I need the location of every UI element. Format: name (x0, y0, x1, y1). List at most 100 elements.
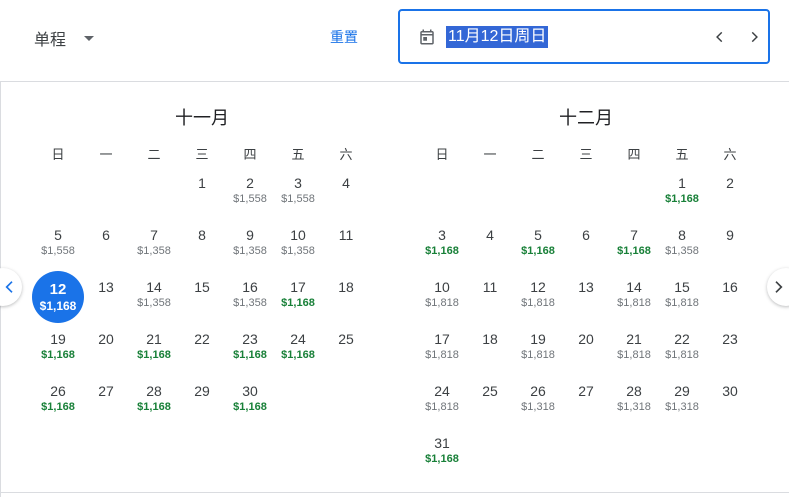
day-cell[interactable]: 16 (706, 275, 754, 327)
departure-date-field[interactable]: 11月12日周日 (398, 9, 770, 64)
day-price: $1,818 (617, 349, 651, 361)
day-number: 30 (242, 383, 258, 399)
day-cell[interactable]: 8 (178, 223, 226, 275)
trip-type-label: 单程 (34, 32, 67, 49)
day-cell[interactable]: 3 $1,168 (418, 223, 466, 275)
day-cell[interactable]: 11 (466, 275, 514, 327)
day-number: 14 (626, 279, 642, 295)
empty-cell (130, 171, 178, 223)
day-cell[interactable]: 25 (322, 327, 370, 379)
day-number: 9 (726, 227, 734, 243)
day-cell[interactable]: 10 $1,358 (274, 223, 322, 275)
day-number: 5 (534, 227, 542, 243)
day-number: 17 (434, 331, 450, 347)
day-cell[interactable]: 10 $1,818 (418, 275, 466, 327)
day-cell[interactable]: 1 (178, 171, 226, 223)
day-cell[interactable]: 17 $1,168 (274, 275, 322, 327)
day-cell[interactable]: 11 (322, 223, 370, 275)
day-cell[interactable]: 20 (82, 327, 130, 379)
next-date-button[interactable] (744, 27, 764, 47)
next-month-button[interactable] (767, 268, 789, 306)
day-cell[interactable]: 9 $1,358 (226, 223, 274, 275)
day-cell[interactable]: 18 (322, 275, 370, 327)
day-cell[interactable]: 7 $1,168 (610, 223, 658, 275)
day-cell[interactable]: 22 $1,818 (658, 327, 706, 379)
day-cell[interactable]: 22 (178, 327, 226, 379)
day-cell[interactable]: 16 $1,358 (226, 275, 274, 327)
day-cell[interactable]: 2 $1,558 (226, 171, 274, 223)
weekday-label: 六 (723, 147, 737, 162)
day-cell[interactable]: 14 $1,358 (130, 275, 178, 327)
day-cell[interactable]: 13 (562, 275, 610, 327)
day-number: 27 (578, 383, 594, 399)
day-cell[interactable]: 29 $1,318 (658, 379, 706, 431)
day-number: 19 (50, 331, 66, 347)
day-cell[interactable]: 31 $1,168 (418, 431, 466, 483)
day-cell[interactable]: 7 $1,358 (130, 223, 178, 275)
day-number: 4 (486, 227, 494, 243)
day-cell[interactable]: 12 $1,818 (514, 275, 562, 327)
day-cell[interactable]: 20 (562, 327, 610, 379)
trip-type-dropdown[interactable]: 单程 (34, 26, 95, 50)
day-number: 3 (294, 175, 302, 191)
day-cell[interactable]: 4 (322, 171, 370, 223)
day-cell[interactable]: 2 (706, 171, 754, 223)
day-number: 21 (626, 331, 642, 347)
previous-date-button[interactable] (710, 27, 730, 47)
day-cell[interactable]: 5 $1,168 (514, 223, 562, 275)
day-number: 1 (198, 175, 206, 191)
day-number: 12 (49, 281, 67, 298)
day-cell[interactable]: 23 $1,168 (226, 327, 274, 379)
day-cell[interactable]: 23 (706, 327, 754, 379)
day-cell[interactable]: 13 (82, 275, 130, 327)
day-cell[interactable]: 14 $1,818 (610, 275, 658, 327)
day-cell[interactable]: 5 $1,558 (34, 223, 82, 275)
day-cell[interactable]: 26 $1,318 (514, 379, 562, 431)
day-cell[interactable]: 19 $1,818 (514, 327, 562, 379)
previous-month-button[interactable] (0, 268, 22, 306)
day-number: 26 (50, 383, 66, 399)
departure-date-value[interactable]: 11月12日周日 (446, 26, 549, 48)
day-price: $1,818 (665, 349, 699, 361)
day-cell[interactable]: 6 (82, 223, 130, 275)
day-price: $1,168 (233, 401, 267, 413)
day-price: $1,818 (665, 297, 699, 309)
caret-down-icon (84, 35, 95, 41)
day-price: $1,358 (233, 245, 267, 257)
day-cell[interactable]: 21 $1,168 (130, 327, 178, 379)
day-cell[interactable]: 21 $1,818 (610, 327, 658, 379)
day-cell[interactable]: 27 (562, 379, 610, 431)
selected-day-cell[interactable]: 12 $1,168 (32, 271, 84, 327)
day-cell[interactable]: 19 $1,168 (34, 327, 82, 379)
day-price: $1,818 (425, 297, 459, 309)
day-cell[interactable]: 27 (82, 379, 130, 431)
day-number: 19 (530, 331, 546, 347)
day-cell[interactable]: 15 $1,818 (658, 275, 706, 327)
day-cell[interactable]: 8 $1,358 (658, 223, 706, 275)
day-cell[interactable]: 28 $1,318 (610, 379, 658, 431)
day-number: 13 (98, 279, 114, 295)
day-cell[interactable]: 29 (178, 379, 226, 431)
day-cell[interactable]: 4 (466, 223, 514, 275)
day-cell[interactable]: 18 (466, 327, 514, 379)
day-price: $1,168 (137, 401, 171, 413)
day-cell[interactable]: 24 $1,168 (274, 327, 322, 379)
day-price: $1,168 (39, 299, 77, 313)
day-cell[interactable]: 25 (466, 379, 514, 431)
day-cell[interactable]: 24 $1,818 (418, 379, 466, 431)
day-cell[interactable]: 28 $1,168 (130, 379, 178, 431)
day-cell[interactable]: 1 $1,168 (658, 171, 706, 223)
day-cell[interactable]: 17 $1,818 (418, 327, 466, 379)
day-cell[interactable]: 15 (178, 275, 226, 327)
day-cell[interactable]: 6 (562, 223, 610, 275)
day-cell[interactable]: 26 $1,168 (34, 379, 82, 431)
day-cell[interactable]: 9 (706, 223, 754, 275)
day-cell[interactable]: 30 (706, 379, 754, 431)
day-cell[interactable]: 3 $1,558 (274, 171, 322, 223)
day-number: 28 (626, 383, 642, 399)
reset-button[interactable]: 重置 (330, 27, 358, 47)
day-number: 18 (482, 331, 498, 347)
calendar-icon (420, 29, 434, 45)
day-cell[interactable]: 30 $1,168 (226, 379, 274, 431)
day-number: 10 (290, 227, 306, 243)
